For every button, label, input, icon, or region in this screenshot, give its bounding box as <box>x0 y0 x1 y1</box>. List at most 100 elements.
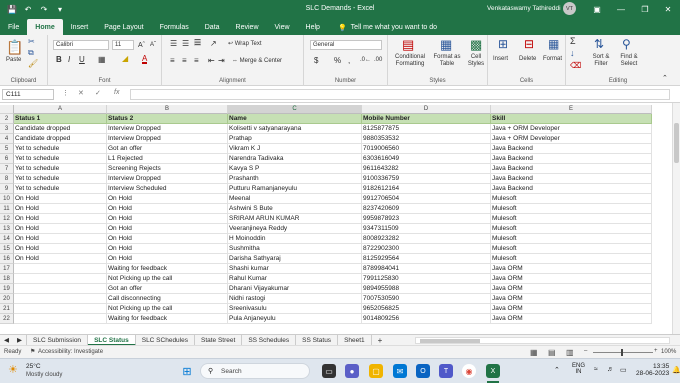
header-cell-d[interactable]: Mobile Number <box>362 114 491 124</box>
cell-a6[interactable]: Yet to schedule <box>14 154 107 164</box>
cell-e4[interactable]: Java + ORM Developer <box>491 134 652 144</box>
cell-e9[interactable]: Java Backend <box>491 184 652 194</box>
cell-d14[interactable]: 8008923282 <box>362 234 491 244</box>
cell-a3[interactable]: Candidate dropped <box>14 124 107 134</box>
wrap-text-button[interactable]: ↩ Wrap Text <box>228 41 262 48</box>
decrease-font-icon[interactable]: Aˇ <box>150 42 156 49</box>
format-painter-icon[interactable]: 🖌 <box>28 59 38 68</box>
cell-b12[interactable]: On Hold <box>107 214 228 224</box>
cell-b20[interactable]: Call disconnecting <box>107 294 228 304</box>
cell-b8[interactable]: Interview Dropped <box>107 174 228 184</box>
task-view-icon[interactable]: ▭ <box>322 364 336 378</box>
cell-a19[interactable] <box>14 284 107 294</box>
cell-d11[interactable]: 8237420609 <box>362 204 491 214</box>
cell-a17[interactable] <box>14 264 107 274</box>
decrease-decimal-icon[interactable]: .00 <box>374 57 382 64</box>
cell-b14[interactable]: On Hold <box>107 234 228 244</box>
cell-e10[interactable]: Mulesoft <box>491 194 652 204</box>
cell-b9[interactable]: Interview Scheduled <box>107 184 228 194</box>
cell-b18[interactable]: Not Picking up the call <box>107 274 228 284</box>
align-right-icon[interactable]: ≡ <box>194 57 199 65</box>
align-bottom-icon[interactable]: ☰ <box>194 39 202 47</box>
borders-icon[interactable]: ▦ <box>98 56 106 64</box>
header-cell-a[interactable]: Status 1 <box>14 114 107 124</box>
cell-a5[interactable]: Yet to schedule <box>14 144 107 154</box>
cell-c16[interactable]: Darisha Sathyaraj <box>228 254 362 264</box>
paste-button[interactable]: Paste <box>6 57 21 64</box>
row-header-3[interactable]: 3 <box>0 124 14 134</box>
align-top-icon[interactable]: ☰ <box>170 40 177 48</box>
formula-input[interactable] <box>130 89 670 100</box>
row-header-5[interactable]: 5 <box>0 144 14 154</box>
row-header-18[interactable]: 18 <box>0 274 14 284</box>
zoom-level[interactable]: 100% <box>661 349 676 355</box>
row-header-12[interactable]: 12 <box>0 214 14 224</box>
menu-formulas[interactable]: Formulas <box>152 20 197 35</box>
paste-icon[interactable]: 📋 <box>6 39 23 56</box>
notifications-icon[interactable]: 🔔 <box>672 366 680 374</box>
fill-icon[interactable]: ↓ <box>570 49 575 58</box>
cell-e12[interactable]: Mulesoft <box>491 214 652 224</box>
cell-b5[interactable]: Got an offer <box>107 144 228 154</box>
autosum-icon[interactable]: Σ <box>570 37 576 46</box>
user-name[interactable]: Venkataswamy Tathireddi <box>487 5 561 12</box>
cell-d6[interactable]: 6303616049 <box>362 154 491 164</box>
cell-c6[interactable]: Narendra Tadivaka <box>228 154 362 164</box>
cell-d20[interactable]: 7007530590 <box>362 294 491 304</box>
restore-icon[interactable]: ❐ <box>633 0 657 18</box>
column-header-a[interactable]: A <box>14 105 107 114</box>
cell-a7[interactable]: Yet to schedule <box>14 164 107 174</box>
percent-button[interactable]: % <box>334 57 341 65</box>
cell-e3[interactable]: Java + ORM Developer <box>491 124 652 134</box>
align-left-icon[interactable]: ≡ <box>170 57 175 65</box>
delete-cells-button[interactable]: Delete <box>519 56 536 63</box>
cell-e19[interactable]: Java ORM <box>491 284 652 294</box>
weather-icon[interactable]: ☀ <box>8 363 18 376</box>
fill-color-icon[interactable]: ◢ <box>122 55 128 63</box>
spreadsheet-grid[interactable]: A B C D E 2 Status 1 Status 2 Name Mobile Nu… <box>0 103 680 334</box>
format-cells-button[interactable]: Format <box>543 56 562 63</box>
cell-e6[interactable]: Java Backend <box>491 154 652 164</box>
cell-c12[interactable]: SRIRAM ARUN KUMAR <box>228 214 362 224</box>
cell-d12[interactable]: 9959878923 <box>362 214 491 224</box>
cell-d10[interactable]: 9912706504 <box>362 194 491 204</box>
cell-e13[interactable]: Mulesoft <box>491 224 652 234</box>
cell-d9[interactable]: 9182612164 <box>362 184 491 194</box>
cell-a22[interactable] <box>14 314 107 324</box>
cell-a21[interactable] <box>14 304 107 314</box>
volume-icon[interactable]: ♬ <box>607 366 614 373</box>
header-cell-c[interactable]: Name <box>228 114 362 124</box>
insert-function-button[interactable]: fx <box>114 89 119 96</box>
excel-icon[interactable]: X <box>486 364 500 378</box>
format-cells-icon[interactable]: ▦ <box>548 37 559 51</box>
menu-insert[interactable]: Insert <box>63 20 97 35</box>
cell-c8[interactable]: Prashanth <box>228 174 362 184</box>
cell-c3[interactable]: Kolisetti v satyanarayana <box>228 124 362 134</box>
row-header-7[interactable]: 7 <box>0 164 14 174</box>
cell-b11[interactable]: On Hold <box>107 204 228 214</box>
close-icon[interactable]: ✕ <box>656 0 680 18</box>
cell-d19[interactable]: 9894955988 <box>362 284 491 294</box>
name-box[interactable]: C111 <box>2 89 54 100</box>
cell-e18[interactable]: Java ORM <box>491 274 652 284</box>
enter-icon[interactable]: ✓ <box>95 89 101 97</box>
sheet-tab-slc-schedules[interactable]: SLC SChedules <box>136 334 195 346</box>
row-header-4[interactable]: 4 <box>0 134 14 144</box>
font-color-icon[interactable]: A <box>142 55 148 64</box>
row-header-20[interactable]: 20 <box>0 294 14 304</box>
row-header-10[interactable]: 10 <box>0 194 14 204</box>
cell-e22[interactable]: Java ORM <box>491 314 652 324</box>
row-header-6[interactable]: 6 <box>0 154 14 164</box>
column-header-d[interactable]: D <box>362 105 491 114</box>
row-header-8[interactable]: 8 <box>0 174 14 184</box>
collapse-ribbon-icon[interactable]: ⌃ <box>662 75 668 82</box>
cell-d17[interactable]: 8789984041 <box>362 264 491 274</box>
cell-c9[interactable]: Putturu Ramanjaneyulu <box>228 184 362 194</box>
sheet-tab-state-street[interactable]: State Street <box>195 334 243 346</box>
cell-b4[interactable]: Interview Dropped <box>107 134 228 144</box>
tell-me-search[interactable]: 💡 Tell me what you want to do <box>338 20 437 35</box>
sheet-tab-sheet1[interactable]: Sheet1 <box>338 334 372 346</box>
cell-d5[interactable]: 7019006560 <box>362 144 491 154</box>
cell-b7[interactable]: Screening Rejects <box>107 164 228 174</box>
row-header-17[interactable]: 17 <box>0 264 14 274</box>
